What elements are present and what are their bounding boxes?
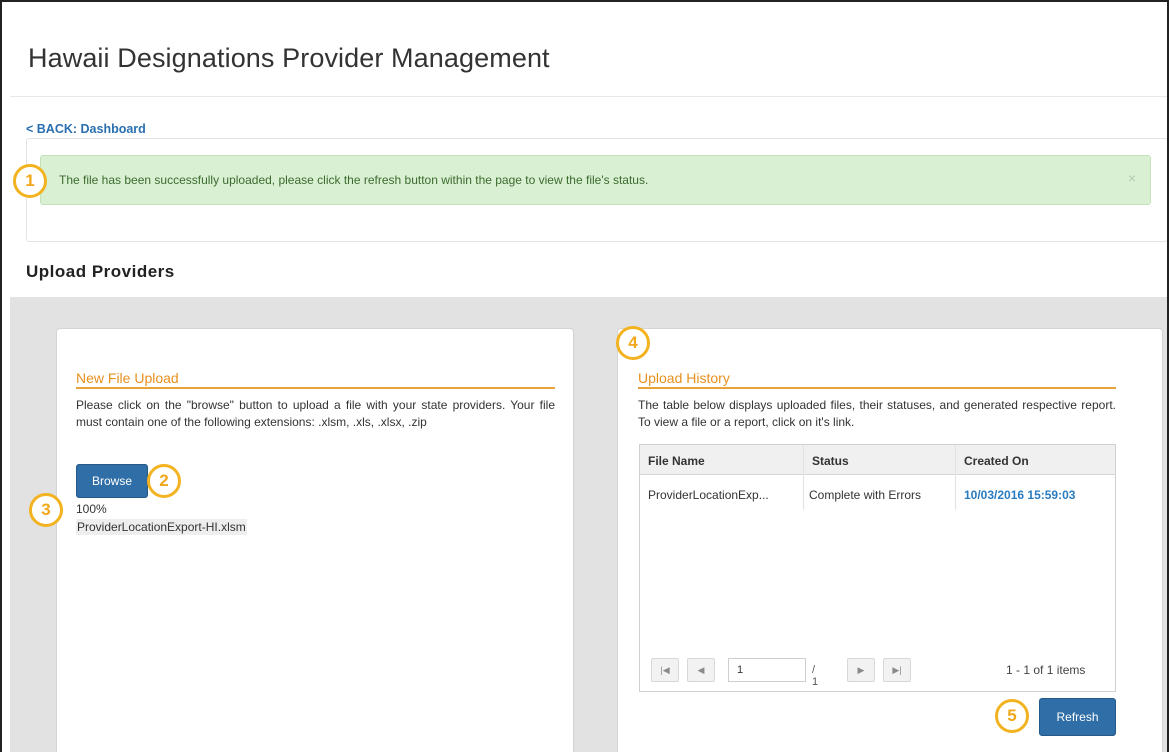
callout-badge: 5 — [995, 699, 1029, 733]
page-number-input[interactable] — [728, 658, 806, 682]
app-window: Hawaii Designations Provider Management … — [0, 0, 1169, 752]
back-to-dashboard-link[interactable]: < BACK: Dashboard — [26, 122, 146, 136]
section-heading: Upload Providers — [26, 262, 175, 281]
upload-history-table: File Name Status Created On ProviderLoca… — [639, 444, 1116, 692]
upload-progress-text: 100% — [76, 502, 107, 516]
page-of-label: / 1 — [812, 664, 819, 688]
success-alert: The file has been successfully uploaded,… — [40, 155, 1151, 205]
callout-badge: 1 — [13, 164, 47, 198]
next-page-icon[interactable]: ▶ — [847, 658, 875, 682]
prev-page-icon[interactable]: ◀ — [687, 658, 715, 682]
page-title: Hawaii Designations Provider Management — [28, 43, 550, 73]
last-page-icon[interactable]: ▶| — [883, 658, 911, 682]
title-divider — [10, 96, 1167, 97]
new-file-upload-title: New File Upload — [76, 370, 555, 389]
new-file-upload-description: Please click on the "browse" button to u… — [76, 398, 555, 429]
new-file-upload-card: New File Upload Please click on the "bro… — [56, 328, 574, 752]
column-header-created-on[interactable]: Created On — [964, 454, 1029, 468]
refresh-button[interactable]: Refresh — [1039, 698, 1116, 736]
callout-badge: 2 — [147, 464, 181, 498]
column-header-status[interactable]: Status — [812, 454, 849, 468]
cell-file-name[interactable]: ProviderLocationExp... — [648, 488, 769, 502]
alert-message: The file has been successfully uploaded,… — [59, 173, 649, 187]
first-page-icon[interactable]: |◀ — [651, 658, 679, 682]
cell-status: Complete with Errors — [809, 488, 922, 502]
column-header-file-name[interactable]: File Name — [648, 454, 705, 468]
items-count: 1 - 1 of 1 items — [1006, 663, 1086, 677]
uploaded-file-name: ProviderLocationExport-HI.xlsm — [76, 519, 247, 535]
upload-history-description: The table below displays uploaded files,… — [638, 398, 1116, 429]
table-row: ProviderLocationExp... Complete with Err… — [640, 476, 1115, 510]
browse-button[interactable]: Browse — [76, 464, 148, 498]
upload-history-title: Upload History — [638, 370, 1116, 389]
table-header: File Name Status Created On — [640, 445, 1115, 475]
upload-history-card: Upload History The table below displays … — [617, 328, 1163, 752]
callout-badge: 3 — [29, 493, 63, 527]
close-icon[interactable]: × — [1128, 170, 1136, 186]
callout-badge: 4 — [616, 326, 650, 360]
cell-created-on-link[interactable]: 10/03/2016 15:59:03 — [964, 488, 1075, 502]
